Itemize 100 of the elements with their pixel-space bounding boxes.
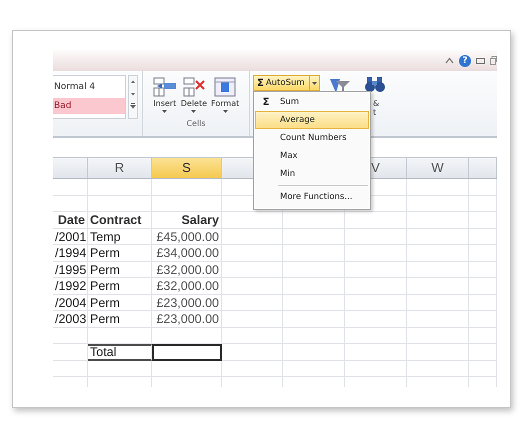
- grid-cell: [283, 212, 345, 228]
- grid-cell: [407, 228, 469, 245]
- grid-cell: [407, 311, 469, 328]
- cell-style[interactable]: Normal 4: [53, 79, 125, 95]
- help-icon[interactable]: ?: [459, 54, 471, 66]
- grid-cell: [53, 360, 88, 377]
- grid-cell: [345, 212, 407, 228]
- grid-cell: [88, 328, 152, 344]
- table-cell: Total: [88, 344, 152, 360]
- grid-cell: [222, 278, 283, 294]
- table-cell: /2001: [53, 228, 88, 245]
- grid-cell: [283, 344, 345, 360]
- grid-cell: [407, 245, 469, 262]
- grid-cell: [407, 294, 469, 311]
- group-label: Cells: [186, 119, 206, 128]
- dropdown-icon: [162, 110, 168, 113]
- grid-cell: [345, 344, 407, 360]
- menu-item[interactable]: More Functions...: [255, 188, 369, 206]
- format-button[interactable]: Format: [211, 77, 240, 113]
- grid-cell: [345, 360, 407, 377]
- grid-cell: [88, 360, 152, 377]
- grid-cell: [345, 262, 407, 278]
- grid-cell: [283, 360, 345, 377]
- table-cell: Temp: [88, 228, 152, 245]
- grid-cell: [469, 344, 497, 360]
- grid-cell: [407, 328, 469, 344]
- grid-cell: [407, 212, 469, 228]
- dropdown-icon: [222, 110, 228, 113]
- menu-item[interactable]: Average: [255, 111, 369, 129]
- grid-cell: [53, 196, 88, 212]
- insert-button[interactable]: Insert: [152, 77, 177, 113]
- grid-cell: [222, 294, 283, 311]
- grid-cell: [152, 328, 222, 344]
- grid-cell: [345, 278, 407, 294]
- grid-cell: [469, 196, 497, 212]
- grid-cell: [53, 344, 88, 360]
- grid-cell: [222, 360, 283, 377]
- grid-cell: [469, 360, 497, 377]
- caret-up-icon[interactable]: [445, 57, 454, 64]
- grid-cell: [469, 262, 497, 278]
- grid-cell: [469, 328, 497, 344]
- grid-cell: [222, 262, 283, 278]
- column-header[interactable]: S: [152, 158, 222, 178]
- table-cell: £23,000.00: [152, 294, 222, 311]
- dropdown-icon: [312, 82, 317, 84]
- table-cell: £32,000.00: [152, 262, 222, 278]
- grid-cell: [345, 311, 407, 328]
- table-header: Date: [53, 212, 88, 228]
- grid-cell: [152, 360, 222, 377]
- sigma-icon: Σ: [262, 96, 270, 108]
- grid-cell: [469, 179, 497, 196]
- active-cell[interactable]: [152, 344, 222, 360]
- grid-cell: [283, 262, 345, 278]
- restore-icon[interactable]: [490, 56, 497, 65]
- grid-cell: [469, 278, 497, 294]
- grid-cell: [407, 360, 469, 377]
- menu-item[interactable]: Count Numbers: [255, 129, 369, 147]
- grid-cell: [222, 228, 283, 245]
- dropdown-icon: [191, 110, 196, 113]
- grid-cell: [345, 294, 407, 311]
- table-cell: £32,000.00: [152, 278, 222, 294]
- binoculars-icon[interactable]: [364, 75, 386, 93]
- column-header[interactable]: W: [407, 158, 469, 178]
- grid-cell: [283, 328, 345, 344]
- grid-cell: [222, 344, 283, 360]
- insert-cells-icon: [152, 77, 177, 97]
- table-header: Salary: [152, 212, 222, 228]
- grid-cell: [345, 328, 407, 344]
- delete-button[interactable]: Delete: [180, 77, 208, 113]
- grid-cell: [222, 245, 283, 262]
- table-header: Contract: [88, 212, 152, 228]
- minimize-icon[interactable]: [476, 58, 485, 64]
- table-cell: Perm: [88, 294, 152, 311]
- grid-cell: [469, 245, 497, 262]
- grid-cell: [283, 311, 345, 328]
- cell-style[interactable]: Bad: [53, 98, 125, 114]
- table-cell: Perm: [88, 311, 152, 328]
- table-cell: /1994: [53, 245, 88, 262]
- grid-cell: [53, 179, 88, 196]
- grid-cell: [222, 212, 283, 228]
- button-label: &: [373, 99, 380, 108]
- grid-cell: [222, 328, 283, 344]
- grid-cell: [345, 245, 407, 262]
- grid-cell: [283, 278, 345, 294]
- menu-item[interactable]: Σ Sum: [255, 93, 369, 111]
- grid-cell: [469, 294, 497, 311]
- grid-cell: [407, 196, 469, 212]
- grid-cell: [283, 294, 345, 311]
- grid-cell: [407, 344, 469, 360]
- table-cell: /1995: [53, 262, 88, 278]
- grid-cell: [469, 311, 497, 328]
- table-cell: /2004: [53, 294, 88, 311]
- autosum-button[interactable]: Σ AutoSum: [253, 75, 320, 91]
- grid-cell: [283, 245, 345, 262]
- grid-cell: [88, 196, 152, 212]
- grid-cell: [53, 328, 88, 344]
- table-cell: Perm: [88, 245, 152, 262]
- table-cell: /2003: [53, 311, 88, 328]
- grid-cell: [222, 311, 283, 328]
- table-cell: £34,000.00: [152, 245, 222, 262]
